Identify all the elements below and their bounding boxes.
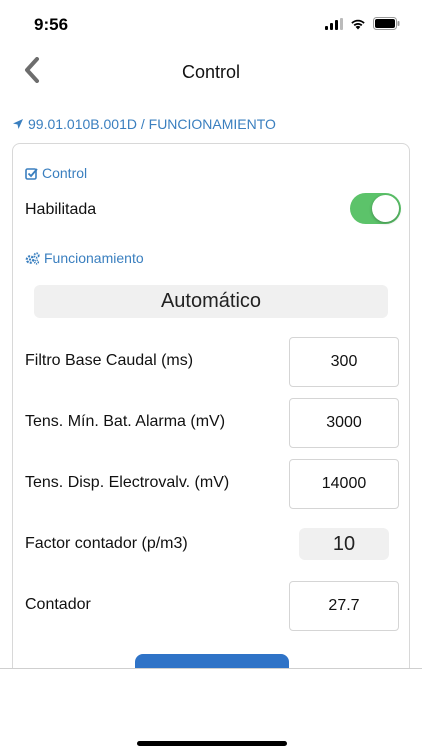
field-label-tens-disp-electrovalv: Tens. Disp. Electrovalv. (mV) (25, 474, 230, 491)
control-card: Control Habilitada Funcionamiento Automá… (12, 143, 410, 705)
toggle-knob (372, 195, 399, 222)
control-section-title: Control (42, 165, 88, 181)
breadcrumb[interactable]: 99.01.010B.001D / FUNCIONAMIENTO (12, 116, 276, 132)
status-icons (325, 17, 400, 30)
home-indicator (137, 741, 287, 746)
habilitada-toggle[interactable] (350, 193, 401, 224)
habilitada-label: Habilitada (25, 201, 97, 218)
page-title: Control (181, 62, 241, 82)
funcionamiento-section-header: Funcionamiento (25, 250, 144, 266)
navigation-bar: Control (0, 48, 422, 96)
field-label-tens-min-bat-alarma: Tens. Mín. Bat. Alarma (mV) (25, 413, 226, 430)
gears-icon (25, 251, 40, 265)
status-bar: 9:56 (0, 0, 422, 48)
field-label-contador: Contador (25, 596, 91, 613)
bottom-area (0, 669, 422, 750)
status-time: 9:56 (34, 15, 69, 34)
field-value-factor-contador: 10 (299, 528, 389, 560)
field-input-filtro-base-caudal[interactable]: 300 (289, 337, 399, 387)
field-label-factor-contador: Factor contador (p/m3) (25, 535, 188, 552)
breadcrumb-text: 99.01.010B.001D / FUNCIONAMIENTO (28, 116, 276, 132)
funcionamiento-section-title: Funcionamiento (44, 250, 144, 266)
field-label-filtro-base-caudal: Filtro Base Caudal (ms) (25, 352, 194, 369)
location-arrow-icon (13, 119, 23, 129)
battery-icon (373, 17, 400, 30)
control-section-header: Control (25, 165, 87, 181)
field-input-contador[interactable]: 27.7 (289, 581, 399, 631)
field-input-tens-disp-electrovalv[interactable]: 14000 (289, 459, 399, 509)
mode-select[interactable]: Automático (34, 285, 388, 318)
signal-icon (325, 17, 343, 30)
wifi-icon (351, 19, 365, 29)
checkbox-icon (25, 167, 38, 180)
field-input-tens-min-bat-alarma[interactable]: 3000 (289, 398, 399, 448)
